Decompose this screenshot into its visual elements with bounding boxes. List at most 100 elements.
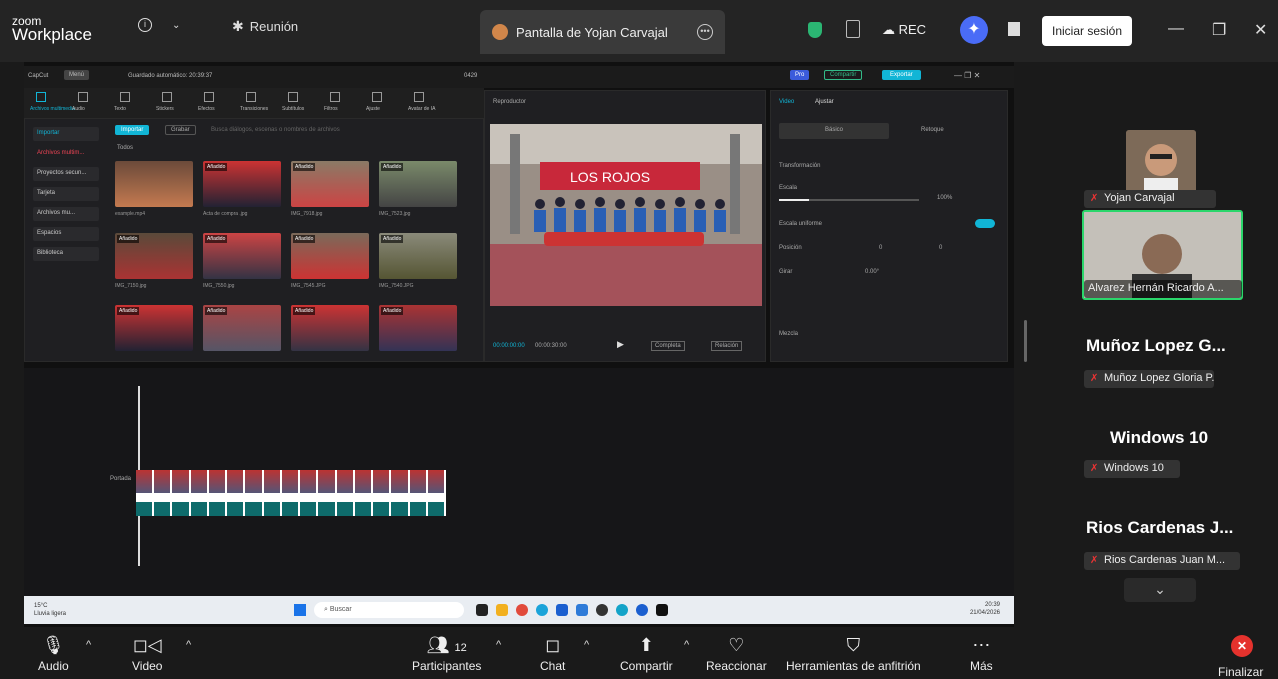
timeline-clip[interactable] <box>281 470 301 516</box>
security-shield-icon[interactable] <box>808 22 822 38</box>
cover-label[interactable]: Portada <box>110 476 131 482</box>
timeline-clip[interactable] <box>336 470 355 516</box>
media-search-input[interactable]: Busca diálogos, escenas o nombres de arc… <box>211 127 340 133</box>
close-icon[interactable]: ✕ <box>1254 20 1267 40</box>
tool-item[interactable]: Efectos <box>198 106 215 112</box>
app-icon[interactable] <box>596 604 608 616</box>
aspect-ratio-button[interactable]: Relación <box>711 341 743 351</box>
tab-video[interactable]: Video <box>779 99 794 105</box>
panel-resize-handle[interactable] <box>1024 320 1027 362</box>
chrome-icon[interactable] <box>516 604 528 616</box>
timeline-clip[interactable] <box>318 470 337 516</box>
video-options-caret-icon[interactable]: ^ <box>186 639 191 651</box>
tool-item[interactable]: Ajuste <box>366 106 380 112</box>
timeline-clip[interactable] <box>391 470 410 516</box>
media-thumbnail[interactable]: Añadido <box>291 305 369 351</box>
timeline-clip[interactable] <box>373 470 392 516</box>
timeline-clip[interactable] <box>190 470 209 516</box>
edge-icon[interactable] <box>536 604 548 616</box>
timeline-clip[interactable] <box>263 470 282 516</box>
tool-item[interactable]: Avatar de IA <box>408 106 435 112</box>
capcut-share-button[interactable]: Compartir <box>824 70 863 80</box>
position-y-input[interactable]: 0 <box>939 245 942 251</box>
media-thumbnail[interactable]: Añadido <box>291 233 369 279</box>
ai-companion-icon[interactable]: ✦ <box>960 16 988 44</box>
position-x-input[interactable]: 0 <box>879 245 882 251</box>
tool-item[interactable]: Transiciones <box>240 106 268 112</box>
video-button[interactable]: ◻◁ Video <box>132 633 162 673</box>
more-options-icon[interactable]: ••• <box>697 24 713 40</box>
sidebar-item[interactable]: Archivos multim... <box>33 147 99 161</box>
timeline-clip[interactable] <box>208 470 228 516</box>
tool-item[interactable]: Audio <box>72 106 85 112</box>
timeline-clip[interactable] <box>136 470 155 516</box>
media-thumbnail[interactable]: Añadido <box>203 161 281 207</box>
task-view-icon[interactable] <box>476 604 488 616</box>
file-explorer-icon[interactable] <box>496 604 508 616</box>
tool-item[interactable]: Archivos multimedia <box>30 106 75 112</box>
signin-button[interactable]: Iniciar sesión <box>1042 16 1132 46</box>
capcut-menu-button[interactable]: Menú <box>64 70 90 80</box>
record-button[interactable]: Grabar <box>165 125 196 135</box>
scale-value[interactable]: 100% <box>937 195 952 201</box>
tool-item[interactable]: Subtítulos <box>282 106 304 112</box>
media-thumbnail[interactable]: Añadido <box>379 161 457 207</box>
taskbar-search[interactable]: ⌕ Buscar <box>314 602 464 618</box>
fit-complete-button[interactable]: Completa <box>651 341 685 351</box>
rotate-input[interactable]: 0.00° <box>865 269 879 275</box>
timeline-clip[interactable] <box>154 470 173 516</box>
timeline-clip[interactable] <box>172 470 191 516</box>
timeline-clip-strip[interactable] <box>136 470 446 516</box>
media-thumbnail[interactable]: Añadido <box>203 233 281 279</box>
media-thumbnail[interactable]: Añadido <box>203 305 281 351</box>
audio-button[interactable]: 🎙︎ Audio <box>38 633 69 673</box>
media-thumbnail[interactable]: Añadido <box>115 305 193 351</box>
audio-options-caret-icon[interactable]: ^ <box>86 639 91 651</box>
media-thumbnail[interactable]: Añadido <box>291 161 369 207</box>
meeting-view-button[interactable]: ✱ Reunión <box>232 18 298 35</box>
play-icon[interactable]: ▶ <box>617 339 624 350</box>
timeline-clip[interactable] <box>409 470 428 516</box>
tab-basic[interactable]: Básico <box>779 123 889 139</box>
notes-icon[interactable] <box>846 20 860 38</box>
react-button[interactable]: ♡ Reaccionar <box>706 633 767 673</box>
capcut-taskbar-icon[interactable] <box>656 604 668 616</box>
meeting-info-button[interactable]: i ⌄ <box>138 18 180 32</box>
media-thumbnail[interactable]: Añadido <box>115 233 193 279</box>
weather-widget[interactable]: 15°C Lluvia ligera <box>34 602 66 618</box>
shared-screen-tab[interactable]: Pantalla de Yojan Carvajal ••• <box>480 10 725 54</box>
uniform-scale-toggle[interactable] <box>975 219 995 228</box>
media-thumbnail[interactable] <box>115 161 193 207</box>
chat-caret-icon[interactable]: ^ <box>584 639 589 651</box>
minimize-icon[interactable]: — <box>1168 20 1184 38</box>
tab-retouch[interactable]: Retoque <box>921 127 944 133</box>
timeline-clip[interactable] <box>245 470 264 516</box>
store-icon[interactable] <box>556 604 568 616</box>
share-caret-icon[interactable]: ^ <box>684 639 689 651</box>
media-thumbnail[interactable]: Añadido <box>379 233 457 279</box>
sidebar-item[interactable]: Proyectos secun... <box>33 167 99 181</box>
more-button[interactable]: ⋯ Más <box>970 633 993 673</box>
participants-caret-icon[interactable]: ^ <box>496 639 501 651</box>
sidebar-item[interactable]: Tarjeta <box>33 187 99 201</box>
export-button[interactable]: Exportar <box>882 70 921 80</box>
record-indicator[interactable]: ☁ REC <box>882 22 926 38</box>
windows-start-icon[interactable] <box>294 604 306 616</box>
taskbar-clock[interactable]: 20:39 21/04/2026 <box>970 601 1000 617</box>
timeline-clip[interactable] <box>227 470 246 516</box>
timeline-clip[interactable] <box>427 470 446 516</box>
end-meeting-icon[interactable]: ✕ <box>1231 635 1253 657</box>
import-button[interactable]: Importar <box>115 125 150 135</box>
scroll-down-chevron-icon[interactable]: ⌄ <box>1124 578 1196 602</box>
view-layout-icon[interactable] <box>1008 22 1020 36</box>
tool-item[interactable]: Filtros <box>324 106 338 112</box>
sidebar-item[interactable]: Importar <box>33 127 99 141</box>
sidebar-item[interactable]: Archivos mu... <box>33 207 99 221</box>
app2-icon[interactable] <box>616 604 628 616</box>
participants-button[interactable]: 👥︎ 12 Participantes <box>412 633 481 673</box>
tool-item[interactable]: Texto <box>114 106 126 112</box>
tool-item[interactable]: Stickers <box>156 106 174 112</box>
timeline-clip[interactable] <box>300 470 319 516</box>
zoom-taskbar-icon[interactable] <box>576 604 588 616</box>
host-tools-button[interactable]: ⛉ Herramientas de anfitrión <box>786 633 921 673</box>
